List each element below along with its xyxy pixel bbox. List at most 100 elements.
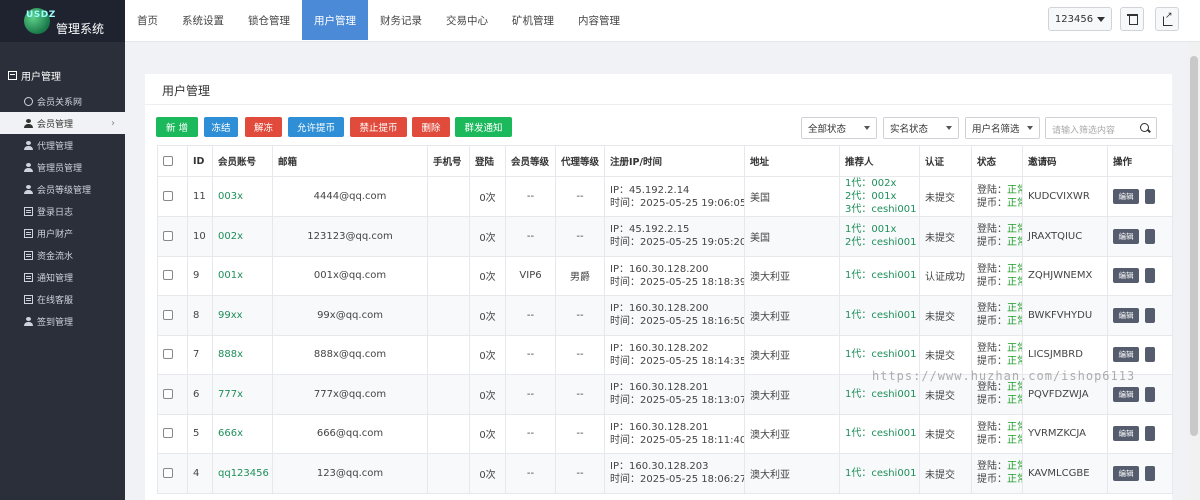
top-nav-item-0[interactable]: 首页 [125,0,170,40]
referrer-link[interactable]: 2代：001x [845,190,919,203]
sidebar-item-3[interactable]: 管理员管理 [0,156,125,178]
account-link[interactable]: 002x [218,231,243,242]
more-action-button[interactable] [1145,386,1155,402]
edit-button[interactable]: 编辑 [1113,189,1139,204]
sidebar-item-9[interactable]: 在线客服 [0,288,125,310]
top-nav-item-1[interactable]: 系统设置 [170,0,236,40]
top-nav-item-7[interactable]: 内容管理 [566,0,632,40]
login-status-value: 正常 [1007,263,1022,275]
row-checkbox[interactable] [163,349,173,360]
referrer-link[interactable]: 3代：ceshi001 [845,203,919,216]
sidebar-item-6[interactable]: 用户财产 [0,222,125,244]
edit-button[interactable]: 编辑 [1113,426,1139,442]
top-nav-item-3[interactable]: 用户管理 [302,0,368,40]
referrer-link[interactable]: 1代：ceshi001 [845,269,919,282]
freeze-button[interactable]: 冻结 [204,117,238,137]
more-action-button[interactable] [1145,426,1155,442]
search-input[interactable]: 请输入筛选内容 [1052,123,1115,136]
auth-cell: 未提交 [919,176,972,217]
sidebar-item-8[interactable]: 通知管理 [0,266,125,288]
column-header: 会员等级 [505,145,556,177]
scroll-thumb[interactable] [1190,56,1198,436]
select-all-checkbox[interactable] [163,156,173,166]
withdraw-status: 提币：正常 [977,434,1022,447]
add-button[interactable]: 新 增 [156,117,198,137]
row-checkbox[interactable] [163,270,173,281]
edit-button[interactable]: 编辑 [1113,228,1139,244]
sidebar-group-user[interactable]: 用户管理 [0,66,125,84]
login-status: 登陆：正常 [977,302,1022,315]
unfreeze-button[interactable]: 解冻 [245,117,282,137]
referrer-link[interactable]: 1代：002x [845,178,919,191]
register-time: 时间：2025-05-25 18:14:35 [610,355,745,367]
page-scrollbar[interactable] [1188,42,1200,500]
login-status: 登陆：正常 [977,184,1022,197]
row-checkbox[interactable] [163,467,173,478]
more-action-button[interactable] [1145,189,1155,204]
sidebar-item-7[interactable]: 资金流水 [0,244,125,266]
caret-down-icon [864,126,870,130]
clear-cache-trash-icon[interactable] [1120,7,1144,31]
status-cell: 登陆：正常提币：正常 [971,216,1023,257]
edit-button[interactable]: 编辑 [1113,386,1139,402]
referrer-link[interactable]: 2代：ceshi001 [845,236,919,249]
referrer-link[interactable]: 1代：ceshi001 [845,388,919,401]
row-checkbox[interactable] [163,191,173,201]
edit-button[interactable]: 编辑 [1113,268,1139,284]
more-action-button[interactable] [1145,228,1155,244]
login-status: 登陆：正常 [977,381,1022,394]
edit-button[interactable]: 编辑 [1113,307,1139,323]
verify-filter[interactable]: 实名状态 [883,117,959,139]
more-action-button[interactable] [1145,465,1155,481]
edit-button[interactable]: 编辑 [1113,465,1139,481]
withdraw-status-label: 提币： [977,276,1007,288]
account-link[interactable]: 99xx [218,310,243,321]
user-dropdown[interactable]: 123456 [1048,7,1112,31]
referrer-link[interactable]: 1代：ceshi001 [845,309,919,322]
sidebar-item-2[interactable]: 代理管理 [0,134,125,156]
more-action-button[interactable] [1145,307,1155,323]
row-actions: 编辑 [1113,228,1172,244]
top-nav-item-6[interactable]: 矿机管理 [500,0,566,40]
referrer-link[interactable]: 1代：ceshi001 [845,348,919,361]
mass-notify-button[interactable]: 群发通知 [455,117,512,137]
user-field-filter[interactable]: 用户名筛选 [965,117,1040,139]
account-link[interactable]: qq123456 [218,468,269,479]
referrer-link[interactable]: 1代：ceshi001 [845,467,919,480]
referrer-link[interactable]: 1代：001x [845,223,919,236]
delete-button[interactable]: 删除 [412,117,450,137]
row-checkbox[interactable] [163,230,173,241]
more-action-button[interactable] [1145,347,1155,363]
external-link-icon[interactable] [1155,7,1179,31]
sidebar-item-5[interactable]: 登录日志 [0,200,125,222]
top-nav-item-4[interactable]: 财务记录 [368,0,434,40]
search-box[interactable]: 请输入筛选内容 [1045,117,1157,139]
table-row: 9 001x 001x@qq.com 0次 VIP6 男爵 IP：160.30.128.20… [157,255,1173,296]
auth-cell: 认证成功 [919,255,972,296]
login-status-label: 登陆： [977,303,1007,315]
account-link[interactable]: 001x [218,270,243,281]
row-checkbox[interactable] [163,388,173,399]
referrer-link[interactable]: 1代：ceshi001 [845,427,919,440]
account-link[interactable]: 003x [218,191,243,202]
more-action-button[interactable] [1145,268,1155,284]
top-nav-item-5[interactable]: 交易中心 [434,0,500,40]
sidebar-item-4[interactable]: 会员等级管理 [0,178,125,200]
top-nav-item-2[interactable]: 锁仓管理 [236,0,302,40]
row-checkbox[interactable] [163,309,173,320]
auth-cell: 未提交 [919,295,972,336]
account-link[interactable]: 666x [218,428,243,439]
row-checkbox[interactable] [163,428,173,439]
address-cell: 澳大利亚 [744,255,840,296]
sidebar-item-10[interactable]: 签到管理 [0,310,125,332]
sidebar-item-1[interactable]: 会员管理 › [0,112,125,134]
edit-button[interactable]: 编辑 [1113,347,1139,363]
sidebar-item-0[interactable]: 会员关系网 [0,90,125,112]
actions-cell: 编辑 [1107,295,1173,336]
account-link[interactable]: 888x [218,349,243,360]
search-icon[interactable] [1140,123,1150,133]
allow-withdraw-button[interactable]: 允许提币 [288,117,344,137]
status-filter[interactable]: 全部状态 [801,117,877,139]
forbid-withdraw-button[interactable]: 禁止提币 [350,117,407,137]
account-link[interactable]: 777x [218,389,243,400]
